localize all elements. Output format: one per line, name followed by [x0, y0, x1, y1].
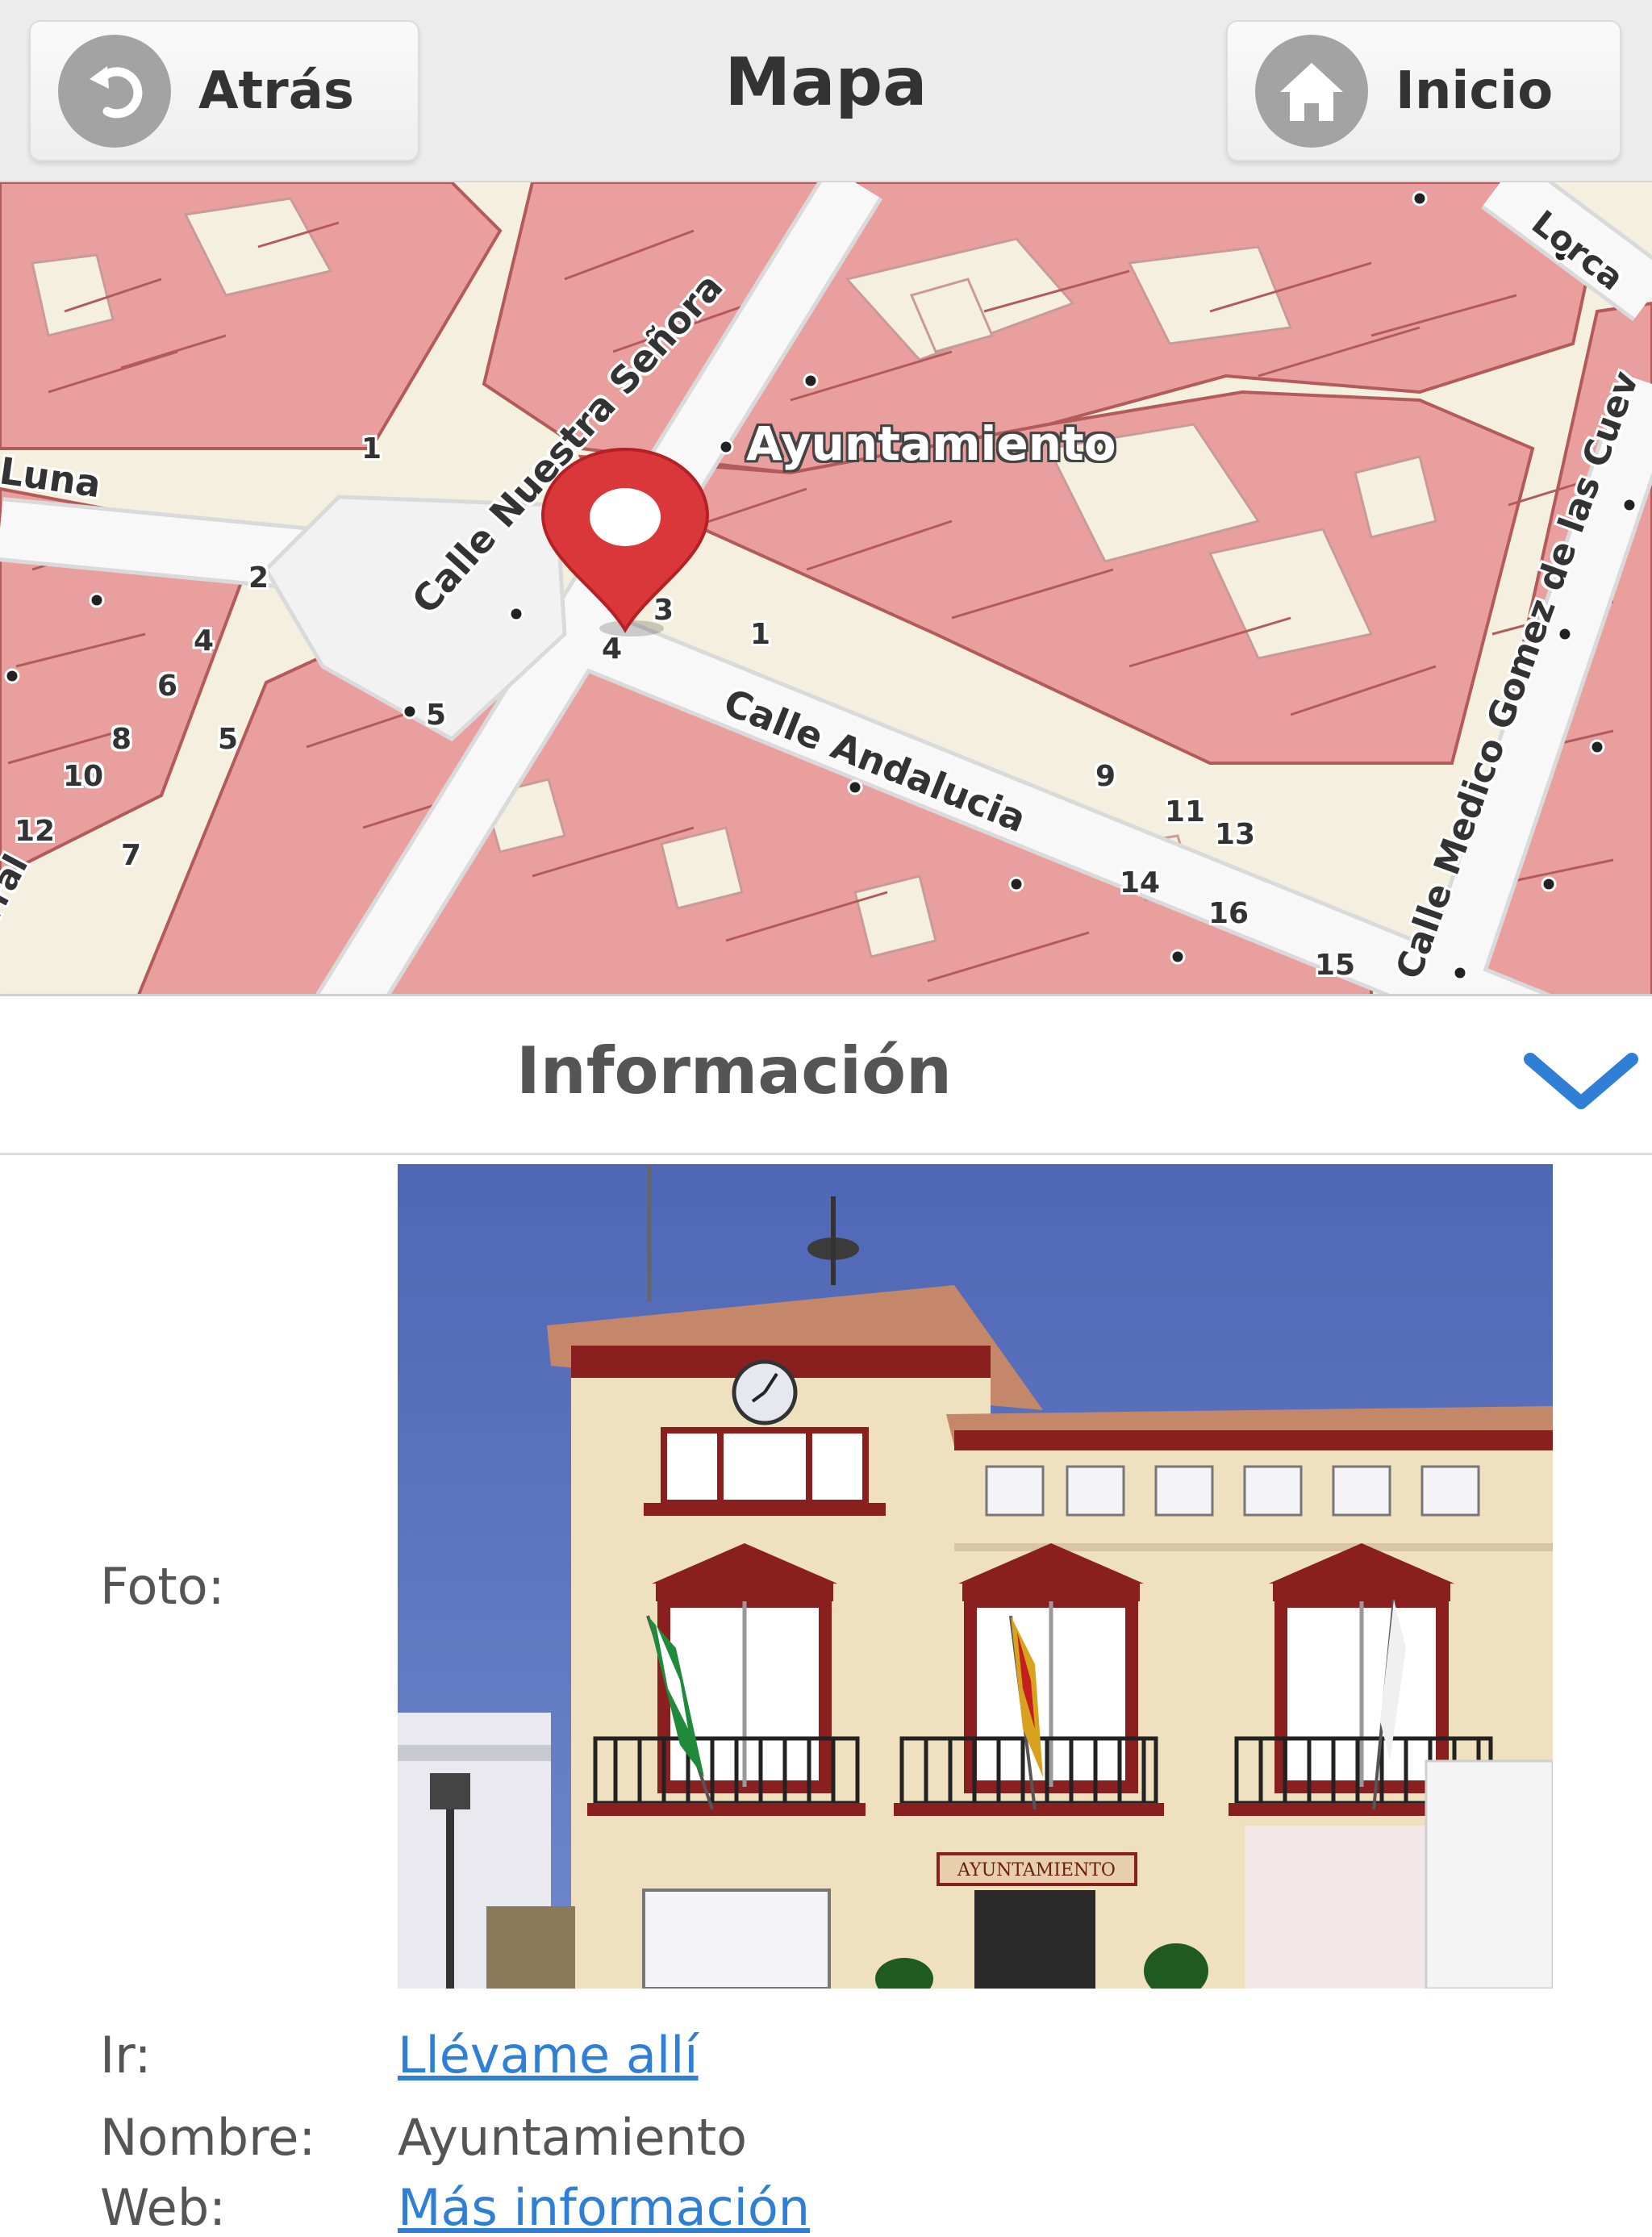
location-pin-icon[interactable]	[536, 444, 714, 638]
house-number: 7	[121, 839, 142, 872]
house-number: 14	[1120, 866, 1161, 899]
house-number: 1	[361, 432, 382, 465]
go-label: Ir:	[100, 2026, 152, 2085]
building-sign: AYUNTAMIENTO	[957, 1860, 1116, 1880]
house-number: 16	[1208, 897, 1249, 930]
home-button[interactable]: Inicio	[1226, 20, 1621, 161]
house-number: 2	[248, 561, 269, 595]
house-number: 9	[1095, 760, 1116, 793]
info-panel-title: Información	[515, 1033, 953, 1108]
name-value: Ayuntamiento	[398, 2108, 748, 2167]
home-button-label: Inicio	[1395, 61, 1554, 121]
info-panel-header[interactable]: Información	[0, 994, 1652, 1155]
name-label: Nombre:	[100, 2108, 316, 2167]
home-icon	[1255, 34, 1368, 148]
directions-link[interactable]: Llévame allí	[398, 2026, 699, 2085]
place-name-label: Ayuntamiento	[746, 416, 1116, 471]
house-number: 6	[157, 670, 178, 703]
map-view[interactable]: Calle Nuestra Señora Calle Andalucia Cal…	[0, 182, 1652, 999]
top-bar: Atrás Mapa Inicio	[0, 0, 1652, 182]
house-number: 5	[426, 699, 447, 732]
photo-label: Foto:	[100, 1557, 225, 1616]
building-photo: AYUNTAMIENTO	[398, 1164, 1553, 1989]
web-label: Web:	[100, 2178, 227, 2237]
house-number: 15	[1315, 949, 1356, 982]
house-number: 12	[15, 815, 56, 848]
more-info-link[interactable]: Más información	[398, 2178, 810, 2237]
house-number: 4	[194, 624, 215, 657]
house-number: 11	[1165, 795, 1206, 828]
house-number: 5	[218, 723, 239, 756]
house-number: 8	[111, 723, 132, 756]
house-number: 1	[750, 618, 771, 651]
house-number: 13	[1215, 818, 1256, 851]
house-number: 10	[63, 760, 104, 793]
chevron-down-icon[interactable]	[1521, 1045, 1642, 1117]
